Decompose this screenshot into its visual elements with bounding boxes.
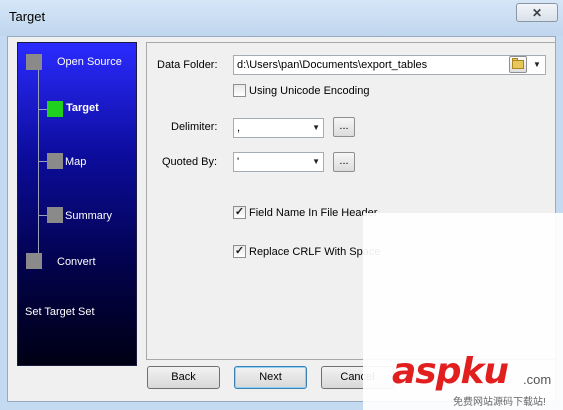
quoted-by-value: '	[237, 156, 240, 168]
next-button[interactable]: Next	[234, 366, 307, 389]
quoted-by-combo[interactable]: ' ▼	[233, 152, 324, 172]
title-bar: Target ✕	[0, 0, 563, 36]
delimiter-label: Delimiter:	[171, 121, 218, 133]
folder-icon	[512, 60, 524, 69]
step-label-target: Target	[66, 102, 99, 114]
back-button[interactable]: Back	[147, 366, 220, 389]
field-name-checkbox[interactable]: ✓	[233, 206, 246, 219]
delimiter-combo[interactable]: , ▼	[233, 118, 324, 138]
step-marker-map	[47, 153, 63, 169]
status-text: Set Target Set	[25, 306, 95, 318]
replace-crlf-label: Replace CRLF With Space	[249, 246, 381, 258]
browse-folder-button[interactable]	[509, 56, 527, 73]
chevron-down-icon: ▼	[312, 157, 320, 166]
step-label-convert: Convert	[57, 256, 96, 268]
data-folder-label: Data Folder:	[157, 59, 218, 71]
close-icon: ✕	[531, 5, 543, 20]
step-connector	[39, 109, 47, 110]
unicode-label: Using Unicode Encoding	[249, 85, 370, 97]
step-marker-target	[47, 101, 63, 117]
step-marker-open-source	[26, 54, 42, 70]
step-marker-summary	[47, 207, 63, 223]
step-connector	[39, 161, 47, 162]
delimiter-value: ,	[237, 122, 241, 134]
watermark-logo: aspku	[392, 351, 509, 392]
watermark-tagline: 免费网站源码下载站!	[453, 397, 546, 408]
step-connector-line	[38, 58, 39, 256]
close-button[interactable]: ✕	[516, 3, 558, 22]
watermark-domain: .com	[523, 372, 552, 387]
step-connector	[39, 215, 47, 216]
step-label-open-source: Open Source	[57, 56, 122, 68]
step-marker-convert	[26, 253, 42, 269]
delimiter-more-button[interactable]: ...	[333, 117, 355, 137]
data-folder-field[interactable]: d:\Users\pan\Documents\export_tables	[233, 55, 546, 75]
unicode-checkbox[interactable]	[233, 84, 246, 97]
quoted-by-label: Quoted By:	[162, 156, 218, 168]
field-name-label: Field Name In File Header	[249, 207, 378, 219]
data-folder-value: d:\Users\pan\Documents\export_tables	[237, 59, 428, 71]
chevron-down-icon: ▼	[312, 123, 320, 132]
replace-crlf-checkbox[interactable]: ✓	[233, 245, 246, 258]
step-label-map: Map	[65, 156, 87, 168]
step-label-summary: Summary	[65, 210, 113, 222]
quoted-by-more-button[interactable]: ...	[333, 152, 355, 172]
data-folder-dropdown-icon[interactable]: ▼	[530, 56, 544, 73]
window-title: Target	[9, 9, 46, 24]
